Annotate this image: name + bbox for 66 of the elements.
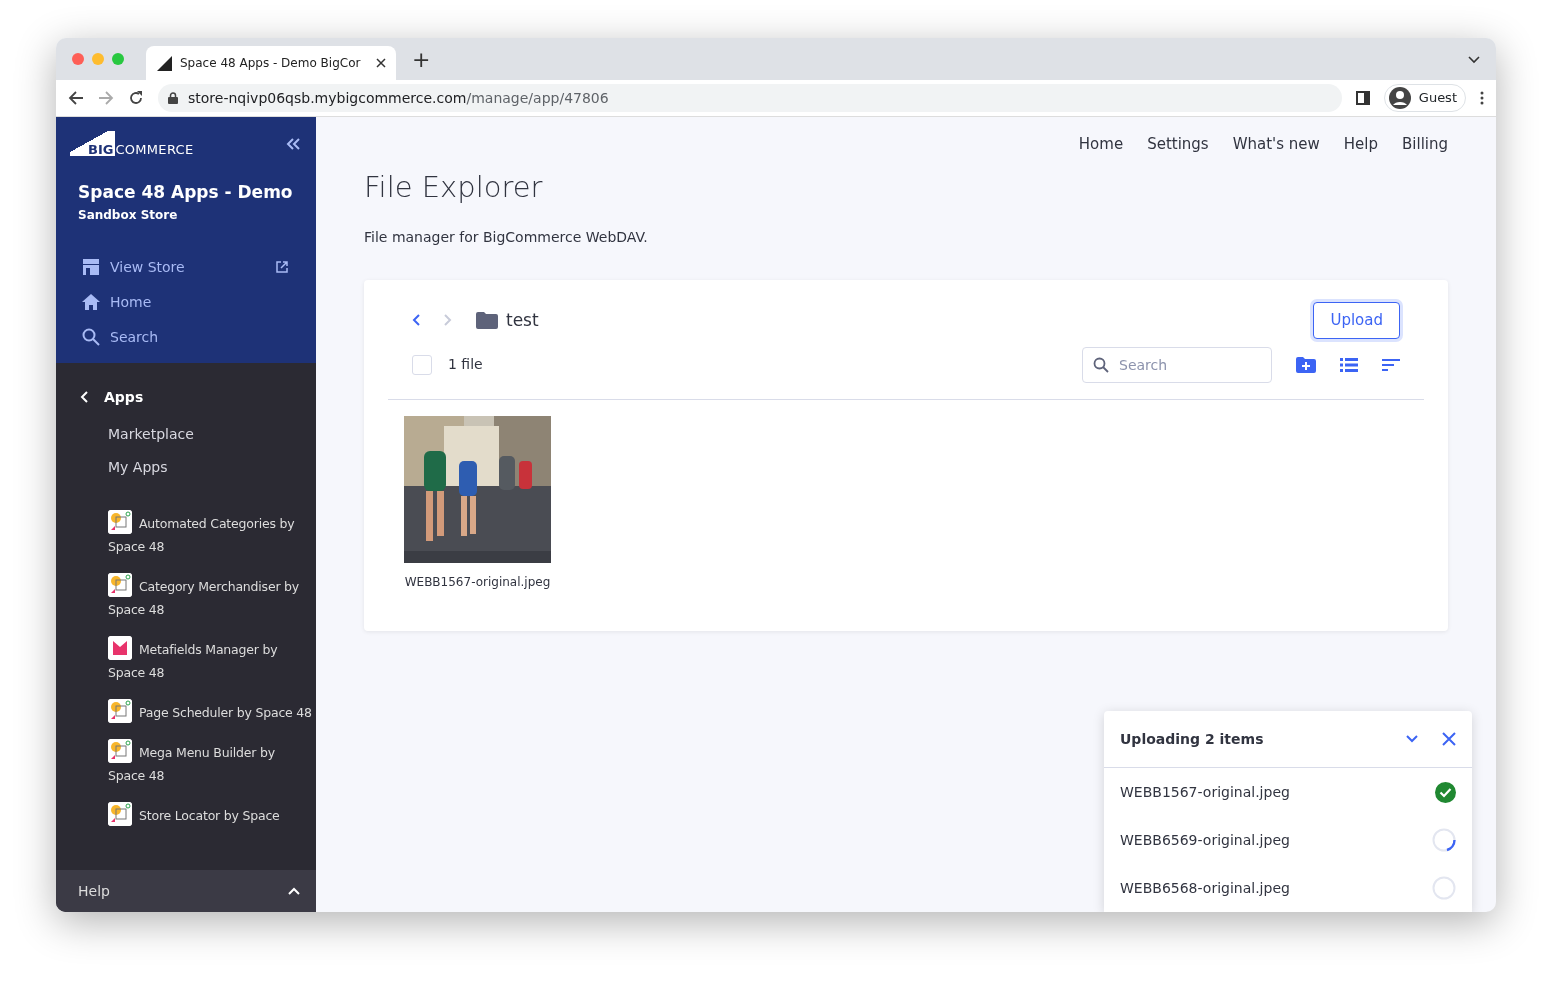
chevron-up-icon[interactable] (288, 887, 300, 895)
lock-icon (168, 92, 178, 104)
list-view-icon[interactable] (1340, 357, 1358, 372)
sort-icon[interactable] (1382, 358, 1400, 371)
chevron-down-icon[interactable] (1468, 56, 1480, 64)
url-text: store-nqivp06qsb.mybigcommerce.com/manage/app/47806 (188, 88, 609, 108)
page-subtitle: File manager for BigCommerce WebDAV. (364, 228, 649, 247)
sidebar-toggle-icon[interactable] (1355, 91, 1370, 105)
app-link[interactable]: Automated Categories by Space 48 (108, 499, 316, 563)
top-nav-link[interactable]: Settings (1147, 133, 1209, 156)
apps-section-link[interactable]: Apps (56, 362, 316, 408)
sidebar-nav-link[interactable]: View Store (70, 249, 300, 285)
new-folder-icon[interactable] (1296, 356, 1316, 373)
upload-panel-title: Uploading 2 items (1120, 729, 1264, 749)
help-menu-label[interactable]: Help (78, 880, 110, 902)
file-name[interactable]: WEBB1567-original.jpeg (404, 572, 551, 591)
logo-text: COMMERCE (115, 143, 194, 156)
triangle-logo-icon (156, 55, 172, 71)
more-icon[interactable] (1480, 91, 1484, 105)
top-nav-link[interactable]: Billing (1402, 133, 1448, 156)
search-field[interactable]: Search (1082, 346, 1272, 383)
reload-icon[interactable] (128, 90, 144, 106)
app-icon (108, 509, 132, 534)
app-link[interactable]: Mega Menu Builder by Space 48 (108, 728, 316, 792)
app-icon (108, 738, 132, 763)
sidebar-nav-link[interactable]: Home (70, 284, 300, 320)
app-link[interactable]: Category Merchandiser by Space 48 (108, 562, 316, 626)
avatar-icon (1388, 87, 1411, 109)
app-link[interactable]: Metafields Manager by Space 48 (108, 625, 316, 689)
logo-mark: BIG (70, 131, 116, 156)
top-nav-link[interactable]: Home (1078, 133, 1124, 156)
page-title: File Explorer (364, 168, 544, 206)
storefront-icon (82, 259, 100, 275)
app-icon (108, 572, 132, 597)
back-icon[interactable] (68, 90, 84, 106)
file-count: 1 file (448, 355, 483, 374)
address-bar[interactable]: store-nqivp06qsb.mybigcommerce.com/manage/app/47806 (158, 84, 1342, 112)
upload-file-name: WEBB6569-original.jpeg (1120, 830, 1290, 850)
external-link-icon[interactable] (276, 261, 288, 273)
sidebar-link[interactable]: My Apps (108, 450, 316, 484)
upload-file-name: WEBB1567-original.jpeg (1120, 782, 1290, 802)
back-icon[interactable] (412, 314, 420, 327)
app-icon (108, 698, 132, 723)
upload-button[interactable]: Upload (1313, 302, 1400, 339)
sidebar-link[interactable]: Marketplace (108, 417, 316, 451)
app-icon (108, 801, 132, 826)
browser-tab[interactable]: Space 48 Apps - Demo BigCor (146, 46, 396, 80)
app-icon (108, 635, 132, 660)
top-nav-link[interactable]: What's new (1232, 133, 1320, 156)
home-icon (82, 294, 100, 310)
app-link[interactable]: Page Scheduler by Space 48 (108, 688, 316, 729)
store-name: Space 48 Apps - Demo (77, 181, 294, 204)
chevron-down-icon[interactable] (1406, 735, 1418, 743)
search-icon (82, 328, 100, 346)
close-icon[interactable] (376, 58, 386, 68)
new-tab-button[interactable]: + (412, 43, 431, 76)
upload-file-name: WEBB6568-original.jpeg (1120, 878, 1290, 898)
folder-name: test (506, 308, 539, 332)
collapse-icon[interactable] (286, 137, 300, 150)
store-type: Sandbox Store (77, 206, 179, 224)
select-all-checkbox[interactable] (412, 354, 432, 375)
sidebar-nav-link[interactable]: Search (70, 319, 300, 355)
top-nav-link[interactable]: Help (1343, 133, 1378, 156)
folder-icon (476, 311, 498, 329)
app-link[interactable]: Store Locator by Space (108, 791, 316, 832)
chevron-left-icon (80, 391, 88, 403)
